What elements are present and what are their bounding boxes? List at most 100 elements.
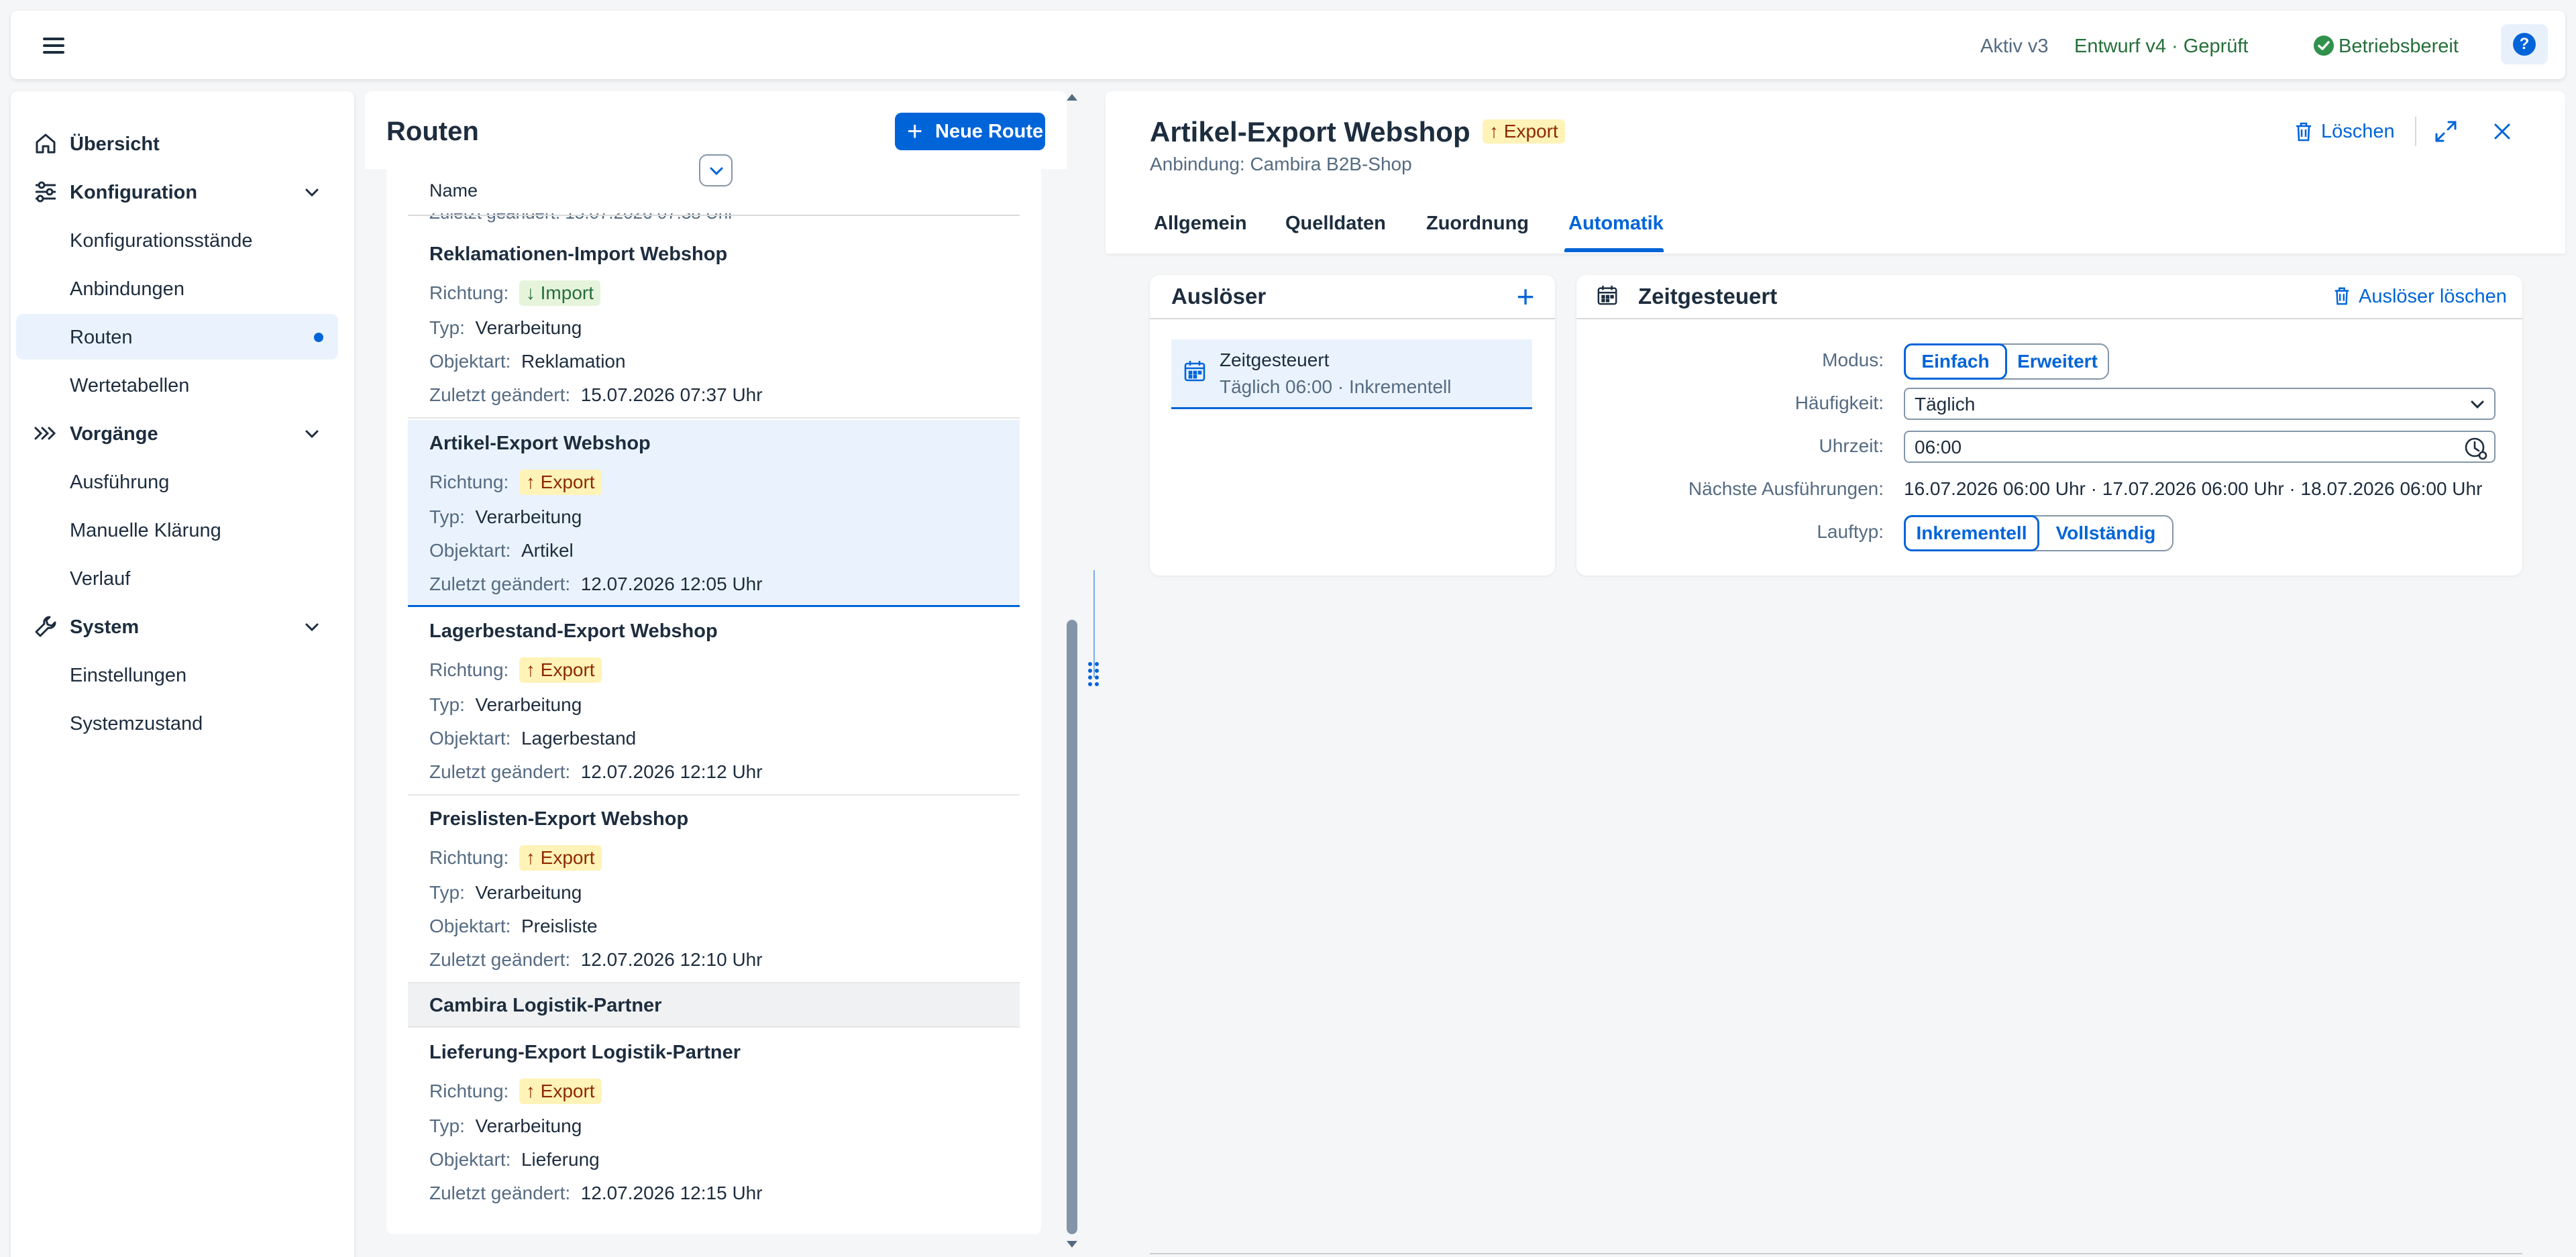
nav-routes-label: Routen (70, 327, 133, 348)
scroll-up-arrow[interactable] (1067, 94, 1077, 101)
route-item-lagerbestand[interactable]: Lagerbestand-Export Webshop Richtung: ↑ … (408, 608, 1020, 796)
column-header-name[interactable]: Name (429, 180, 478, 201)
clock-icon[interactable] (2463, 436, 2487, 460)
shell-header: Aktiv v3 Entwurf v4 · Geprüft Betriebsbe… (11, 11, 2565, 79)
triggers-card (1150, 275, 1555, 576)
next-runs-value: 16.07.2026 06:00 Uhr · 17.07.2026 06:00 … (1904, 478, 2483, 499)
nav-system-health-label: Systemzustand (70, 713, 203, 734)
group-header-logistik: Cambira Logistik-Partner (408, 983, 1020, 1028)
run-type-segmented-control: Inkrementell Vollständig (1904, 515, 2174, 551)
nav-group-processes[interactable]: Vorgänge (0, 411, 343, 456)
fullscreen-icon[interactable] (2434, 119, 2458, 144)
trigger-item-scheduled[interactable]: Zeitgesteuert Täglich 06:00 · Inkremente… (1171, 339, 1532, 409)
mode-option-advanced[interactable]: Erweitert (2007, 345, 2108, 378)
menu-icon[interactable] (43, 36, 68, 56)
nav-group-processes-label: Vorgänge (70, 423, 158, 445)
nav-routes[interactable]: Routen (0, 314, 343, 360)
check-circle-icon (2313, 35, 2334, 56)
route-item-artikel-selected[interactable]: Artikel-Export Webshop Richtung: ↑ Expor… (408, 420, 1020, 607)
time-input-field[interactable] (1915, 436, 2424, 459)
list-item-partial: Zuletzt geändert: 15.07.2026 07:38 Uhr (429, 203, 734, 223)
mode-label: Modus: (1822, 349, 1884, 370)
route-item-title: Reklamationen-Import Webshop (429, 243, 728, 265)
direction-badge: ↑ Export (519, 470, 602, 495)
nav-active-highlight (16, 314, 338, 360)
nav-history-label: Verlauf (70, 568, 131, 590)
nav-manual-clarification[interactable]: Manuelle Klärung (0, 507, 343, 553)
nav-settings-label: Einstellungen (70, 665, 187, 686)
trash-icon (2332, 286, 2352, 306)
nav-execution[interactable]: Ausführung (0, 459, 343, 504)
active-indicator-dot (314, 333, 323, 342)
nav-system-health[interactable]: Systemzustand (0, 700, 343, 746)
new-route-label: Neue Route (935, 121, 1044, 142)
help-button[interactable]: ? (2501, 24, 2548, 64)
tab-source-data[interactable]: Quelldaten (1285, 212, 1386, 235)
chevron-down-icon (708, 162, 725, 180)
frequency-label: Häufigkeit: (1794, 392, 1884, 413)
nav-config-states[interactable]: Konfigurationsstände (0, 217, 343, 263)
frequency-select[interactable]: Täglich (1904, 388, 2496, 420)
run-type-option-full[interactable]: Vollständig (2039, 516, 2172, 550)
nav-history[interactable]: Verlauf (0, 555, 343, 601)
plus-icon: + (907, 117, 923, 146)
nav-group-config-label: Konfiguration (70, 182, 198, 203)
column-header-divider (408, 215, 1020, 216)
triggers-title: Auslöser (1171, 284, 1267, 309)
trigger-item-title: Zeitgesteuert (1220, 349, 1330, 370)
help-icon: ? (2513, 33, 2536, 56)
tab-mapping[interactable]: Zuordnung (1426, 212, 1529, 235)
close-icon[interactable] (2490, 119, 2514, 144)
direction-badge: ↑ Export (519, 845, 602, 871)
route-item-preislisten[interactable]: Preislisten-Export Webshop Richtung: ↑ E… (408, 796, 1020, 983)
delete-trigger-label: Auslöser löschen (2359, 286, 2507, 307)
mode-segmented-control: Einfach Erweitert (1904, 343, 2109, 380)
new-route-button[interactable]: + Neue Route (895, 113, 1045, 150)
nav-connections[interactable]: Anbindungen (0, 266, 343, 311)
time-input[interactable] (1904, 431, 2496, 463)
trigger-item-subtitle: Täglich 06:00 · Inkrementell (1220, 376, 1452, 397)
nav-execution-label: Ausführung (70, 472, 170, 493)
home-icon (34, 131, 58, 156)
nav-value-tables-label: Wertetabellen (70, 375, 190, 396)
routes-title: Routen (386, 117, 479, 146)
active-tab-indicator (1564, 248, 1664, 252)
tab-automation[interactable]: Automatik (1568, 212, 1664, 235)
chevron-down-icon (303, 184, 321, 201)
chevron-down-icon (303, 618, 321, 636)
tab-general[interactable]: Allgemein (1154, 212, 1247, 235)
add-trigger-icon[interactable]: + (1511, 281, 1540, 312)
routes-scrollbar-thumb[interactable] (1067, 620, 1077, 1234)
detail-direction-badge: ↑ Export (1483, 119, 1565, 144)
header-separator (2415, 117, 2416, 146)
status-active-version: Aktiv v3 (1980, 36, 2049, 57)
group-header-title: Cambira Logistik-Partner (429, 995, 662, 1016)
nav-group-system-label: System (70, 616, 140, 638)
process-arrows-icon (34, 421, 58, 445)
detail-subtitle: Anbindung: Cambira B2B-Shop (1150, 154, 1412, 174)
next-runs-label: Nächste Ausführungen: (1688, 478, 1884, 499)
nav-group-system[interactable]: System (0, 604, 343, 649)
route-item-lieferung[interactable]: Lieferung-Export Logistik-Partner Richtu… (408, 1029, 1020, 1217)
status-draft-version: Entwurf v4 · Geprüft (2074, 36, 2249, 57)
route-item-reklamationen[interactable]: Reklamationen-Import Webshop Richtung: ↓… (408, 231, 1020, 419)
nav-connections-label: Anbindungen (70, 278, 184, 300)
direction-badge: ↑ Export (519, 657, 602, 683)
mode-option-simple[interactable]: Einfach (1904, 343, 2007, 380)
chevron-down-icon (303, 425, 321, 443)
collapse-header-button[interactable] (699, 154, 733, 186)
delete-route-label: Löschen (2321, 121, 2395, 142)
nav-value-tables[interactable]: Wertetabellen (0, 362, 343, 408)
scroll-down-arrow[interactable] (1067, 1241, 1077, 1248)
route-item-title: Lieferung-Export Logistik-Partner (429, 1042, 741, 1063)
wrench-icon (34, 614, 58, 639)
nav-group-config[interactable]: Konfiguration (0, 169, 343, 215)
nav-overview[interactable]: Übersicht (0, 121, 343, 166)
route-item-title: Artikel-Export Webshop (429, 433, 651, 454)
routes-list: Zuletzt geändert: 15.07.2026 07:38 Uhr N… (386, 169, 1041, 1234)
run-type-option-incremental[interactable]: Inkrementell (1904, 515, 2039, 551)
run-type-label: Lauftyp: (1817, 521, 1884, 542)
nav-overview-label: Übersicht (70, 133, 160, 155)
splitter-grip-icon[interactable] (1087, 661, 1100, 688)
nav-settings[interactable]: Einstellungen (0, 652, 343, 698)
